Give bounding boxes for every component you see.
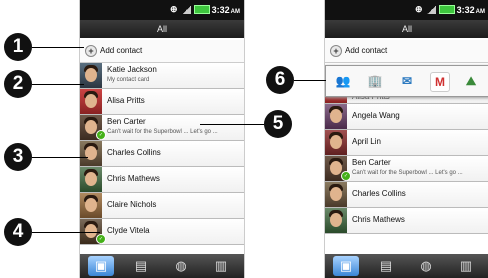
avatar	[325, 130, 347, 155]
callout-2: 2	[4, 70, 32, 98]
office-icon[interactable]: 🏢	[366, 72, 384, 90]
contact-name: Ben Carter	[352, 158, 391, 167]
contact-row-chris-mathews[interactable]: Chris Mathews	[325, 208, 488, 234]
contact-subtext: My contact card	[107, 77, 150, 83]
contact-list: Katie Jackson My contact card Alisa Prit…	[80, 63, 244, 245]
title-bar: All	[325, 20, 488, 38]
contact-name: Ben Carter	[107, 117, 146, 126]
contact-row-claire-nichols[interactable]: Claire Nichols	[80, 193, 244, 219]
people-icon[interactable]: 👥	[334, 72, 352, 90]
contact-row-clyde-vitela[interactable]: ✓ Clyde Vitela	[80, 219, 244, 245]
favorites-bar: 👥 🏢 ✉ M ⛰	[325, 65, 488, 97]
contact-name: Alisa Pritts	[107, 96, 145, 105]
gmail-icon[interactable]: M	[430, 72, 450, 92]
add-contact-label: Add contact	[345, 46, 388, 55]
status-icons: ⊕	[170, 4, 213, 15]
contact-row-charles-collins[interactable]: Charles Collins	[80, 141, 244, 167]
map-icon[interactable]: ⛰	[462, 72, 480, 90]
contact-row-katie-jackson[interactable]: Katie Jackson My contact card	[80, 63, 244, 89]
add-contact-button[interactable]: + Add contact	[325, 40, 488, 63]
callout-4: 4	[4, 218, 32, 246]
contact-name: April Lin	[352, 137, 381, 146]
avatar	[80, 167, 102, 192]
add-contact-button[interactable]: + Add contact	[80, 40, 244, 63]
contact-row-ben-carter[interactable]: ✓ Ben Carter Can't wait for the Superbow…	[80, 115, 244, 141]
status-message: Can't wait for the Superbowl ... Let's g…	[107, 129, 218, 135]
callout-3: 3	[4, 143, 32, 171]
online-tab-icon[interactable]: ◍	[168, 256, 194, 276]
avatar	[80, 193, 102, 218]
contact-name: Clyde Vitela	[107, 226, 150, 235]
clock: 3:32AM	[456, 5, 485, 15]
contact-name: Claire Nichols	[107, 200, 157, 209]
avatar	[80, 89, 102, 114]
contact-name: Chris Mathews	[107, 174, 160, 183]
contact-name: Angela Wang	[352, 111, 400, 120]
presence-status-icon: ✓	[96, 130, 106, 140]
plus-icon: +	[330, 45, 342, 57]
phone-screen-left: ⊕ 3:32AM All + Add contact Katie Jackson…	[79, 0, 245, 278]
battery-icon	[194, 5, 211, 15]
callout-5-leader	[200, 124, 264, 125]
battery-icon	[439, 5, 456, 15]
bottom-tab-bar: ▣ ▤ ◍ ▥	[80, 254, 244, 278]
contact-name: Katie Jackson	[107, 65, 157, 74]
contact-row-ben-carter[interactable]: ✓ Ben Carter Can't wait for the Superbow…	[325, 156, 488, 182]
contact-name: Charles Collins	[107, 148, 161, 157]
groups-tab-icon[interactable]: ▤	[373, 256, 399, 276]
callout-5: 5	[264, 110, 292, 138]
status-bar: ⊕ 3:32AM	[80, 0, 244, 20]
bottom-tab-bar: ▣ ▤ ◍ ▥	[325, 254, 488, 278]
contact-list: Alisa Pritts Angela Wang April Lin ✓ Ben…	[325, 91, 488, 234]
callout-1-leader	[32, 47, 84, 48]
callout-4-leader	[32, 232, 100, 233]
callout-2-leader	[32, 84, 84, 85]
callout-1: 1	[4, 33, 32, 61]
contact-row-alisa-pritts[interactable]: Alisa Pritts	[80, 89, 244, 115]
email-icon[interactable]: ✉	[398, 72, 416, 90]
avatar	[325, 208, 347, 233]
title-bar: All	[80, 20, 244, 38]
contact-row-chris-mathews[interactable]: Chris Mathews	[80, 167, 244, 193]
avatar	[80, 141, 102, 166]
contact-row-angela-wang[interactable]: Angela Wang	[325, 104, 488, 130]
contact-name: Chris Mathews	[352, 215, 405, 224]
avatar	[325, 104, 347, 129]
status-icons: ⊕	[415, 4, 458, 15]
online-tab-icon[interactable]: ◍	[413, 256, 439, 276]
people-tab-icon[interactable]: ▣	[333, 256, 359, 276]
presence-status-icon: ✓	[341, 171, 351, 181]
clock: 3:32AM	[211, 5, 240, 15]
contact-row-april-lin[interactable]: April Lin	[325, 130, 488, 156]
avatar	[325, 182, 347, 207]
contact-row-charles-collins[interactable]: Charles Collins	[325, 182, 488, 208]
callout-6: 6	[266, 66, 294, 94]
phone-screen-right: ⊕ 3:32AM All + Add contact Alisa Pritts …	[324, 0, 488, 278]
call-log-tab-icon[interactable]: ▥	[453, 256, 479, 276]
groups-tab-icon[interactable]: ▤	[128, 256, 154, 276]
signal-icon	[427, 5, 437, 14]
status-message: Can't wait for the Superbowl ... Let's g…	[352, 170, 463, 176]
callout-6-leader	[294, 80, 326, 81]
add-contact-label: Add contact	[100, 46, 143, 55]
plus-icon: +	[85, 45, 97, 57]
contact-name: Charles Collins	[352, 189, 406, 198]
status-bar: ⊕ 3:32AM	[325, 0, 488, 20]
presence-status-icon: ✓	[96, 234, 106, 244]
people-tab-icon[interactable]: ▣	[88, 256, 114, 276]
callout-3-leader	[32, 157, 88, 158]
call-log-tab-icon[interactable]: ▥	[208, 256, 234, 276]
signal-icon	[182, 5, 192, 14]
